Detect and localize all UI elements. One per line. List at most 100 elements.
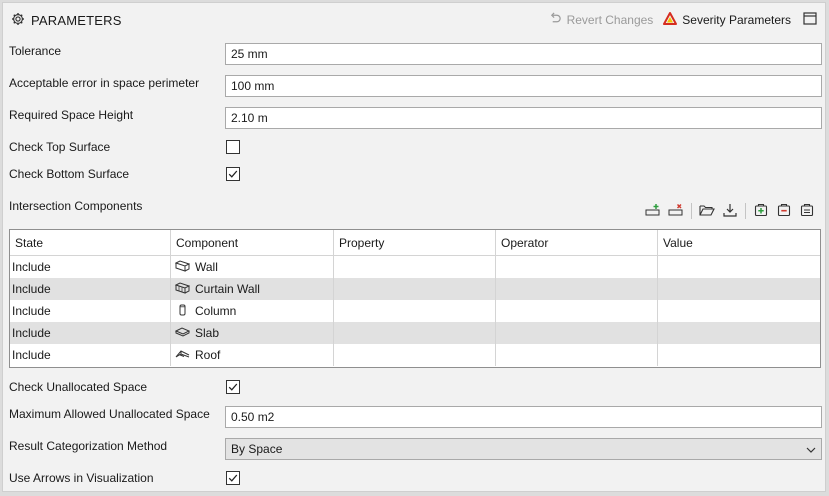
column-header-operator[interactable]: Operator	[496, 230, 658, 256]
slab-icon	[174, 326, 191, 341]
edit-component-icon	[800, 203, 814, 220]
check-bottom-surface-checkbox[interactable]	[226, 167, 240, 181]
categorization-label: Result Categorization Method	[9, 439, 168, 453]
undo-icon	[549, 12, 562, 28]
table-row[interactable]: Include Slab	[10, 322, 820, 344]
operator-cell[interactable]	[496, 322, 658, 344]
categorization-select[interactable]: By Space	[225, 438, 822, 460]
toolbar-divider	[745, 203, 746, 219]
perimeter-error-input[interactable]: 100 mm	[225, 75, 822, 97]
chevron-down-icon	[806, 442, 816, 456]
component-name: Curtain Wall	[195, 282, 260, 296]
value-cell[interactable]	[658, 300, 820, 322]
page-title: PARAMETERS	[31, 13, 122, 28]
add-component-button[interactable]	[751, 201, 771, 221]
intersection-toolbar	[643, 201, 817, 221]
wall-icon	[174, 259, 191, 275]
state-cell[interactable]: Include	[10, 256, 171, 278]
value-cell[interactable]	[658, 256, 820, 278]
remove-component-button[interactable]	[774, 201, 794, 221]
state-cell[interactable]: Include	[10, 300, 171, 322]
check-unallocated-label: Check Unallocated Space	[9, 380, 148, 394]
max-unallocated-input[interactable]: 0.50 m2	[225, 406, 822, 428]
add-component-icon	[754, 203, 768, 220]
use-arrows-checkbox[interactable]	[226, 471, 240, 485]
component-name: Wall	[195, 260, 218, 274]
column-header-property[interactable]: Property	[334, 230, 496, 256]
revert-changes-label: Revert Changes	[566, 13, 654, 27]
table-header: State Component Property Operator Value	[10, 230, 820, 256]
component-cell[interactable]: Curtain Wall	[171, 278, 334, 300]
download-icon	[723, 203, 737, 220]
space-height-input[interactable]: 2.10 m	[225, 107, 822, 129]
checkmark-icon	[228, 170, 238, 178]
component-name: Column	[195, 304, 237, 318]
component-cell[interactable]: Roof	[171, 344, 334, 366]
state-cell[interactable]: Include	[10, 278, 171, 300]
component-name: Roof	[195, 348, 221, 362]
column-icon	[175, 304, 190, 319]
state-cell[interactable]: Include	[10, 344, 171, 366]
remove-component-icon	[777, 203, 791, 220]
toolbar-divider	[691, 203, 692, 219]
open-folder-button[interactable]	[697, 201, 717, 221]
property-cell[interactable]	[334, 300, 496, 322]
title-wrap: PARAMETERS	[11, 12, 122, 29]
component-cell[interactable]: Slab	[171, 322, 334, 344]
column-header-value[interactable]: Value	[658, 230, 820, 256]
intersection-components-label: Intersection Components	[9, 199, 143, 213]
parameters-panel: PARAMETERS Revert Changes Severity Param…	[2, 2, 826, 492]
check-top-surface-checkbox[interactable]	[226, 140, 240, 154]
state-cell[interactable]: Include	[10, 322, 171, 344]
operator-cell[interactable]	[496, 344, 658, 366]
edit-component-button[interactable]	[797, 201, 817, 221]
max-unallocated-label: Maximum Allowed Unallocated Space	[9, 407, 210, 421]
curtain-wall-icon	[174, 281, 191, 297]
component-cell[interactable]: Wall	[171, 256, 334, 278]
column-header-state[interactable]: State	[10, 230, 171, 256]
gear-icon	[11, 12, 25, 29]
warning-triangle-icon	[663, 12, 678, 28]
space-height-label: Required Space Height	[9, 108, 134, 122]
intersection-components-table: State Component Property Operator Value …	[9, 229, 821, 368]
tolerance-input[interactable]: 25 mm	[225, 43, 822, 65]
perimeter-error-label: Acceptable error in space perimeter	[9, 76, 200, 90]
check-bottom-surface-label: Check Bottom Surface	[9, 167, 130, 181]
value-cell[interactable]	[658, 322, 820, 344]
download-button[interactable]	[720, 201, 740, 221]
property-cell[interactable]	[334, 322, 496, 344]
operator-cell[interactable]	[496, 256, 658, 278]
checkmark-icon	[228, 383, 238, 391]
add-row-icon	[645, 203, 661, 220]
check-unallocated-checkbox[interactable]	[226, 380, 240, 394]
property-cell[interactable]	[334, 278, 496, 300]
column-header-component[interactable]: Component	[171, 230, 334, 256]
checkmark-icon	[228, 474, 238, 482]
remove-row-button[interactable]	[666, 201, 686, 221]
categorization-value: By Space	[231, 442, 283, 456]
value-cell[interactable]	[658, 278, 820, 300]
roof-icon	[175, 348, 190, 363]
remove-row-icon	[668, 203, 684, 220]
revert-changes-button[interactable]: Revert Changes	[549, 12, 654, 28]
property-cell[interactable]	[334, 344, 496, 366]
tolerance-label: Tolerance	[9, 44, 62, 58]
component-cell[interactable]: Column	[171, 300, 334, 322]
table-row[interactable]: Include Column	[10, 300, 820, 322]
value-cell[interactable]	[658, 344, 820, 366]
use-arrows-label: Use Arrows in Visualization	[9, 471, 154, 485]
property-cell[interactable]	[334, 256, 496, 278]
table-row[interactable]: Include Roof	[10, 344, 820, 366]
header-actions: Revert Changes Severity Parameters	[549, 12, 817, 28]
window-toggle-icon[interactable]	[803, 12, 817, 28]
add-row-button[interactable]	[643, 201, 663, 221]
operator-cell[interactable]	[496, 300, 658, 322]
panel-header: PARAMETERS Revert Changes Severity Param…	[3, 3, 825, 37]
component-name: Slab	[195, 326, 220, 340]
table-row[interactable]: Include Wall	[10, 256, 820, 278]
operator-cell[interactable]	[496, 278, 658, 300]
severity-parameters-button[interactable]: Severity Parameters	[663, 12, 791, 28]
severity-parameters-label: Severity Parameters	[682, 13, 791, 27]
table-row[interactable]: Include Curtain Wall	[10, 278, 820, 300]
open-folder-icon	[699, 203, 715, 220]
